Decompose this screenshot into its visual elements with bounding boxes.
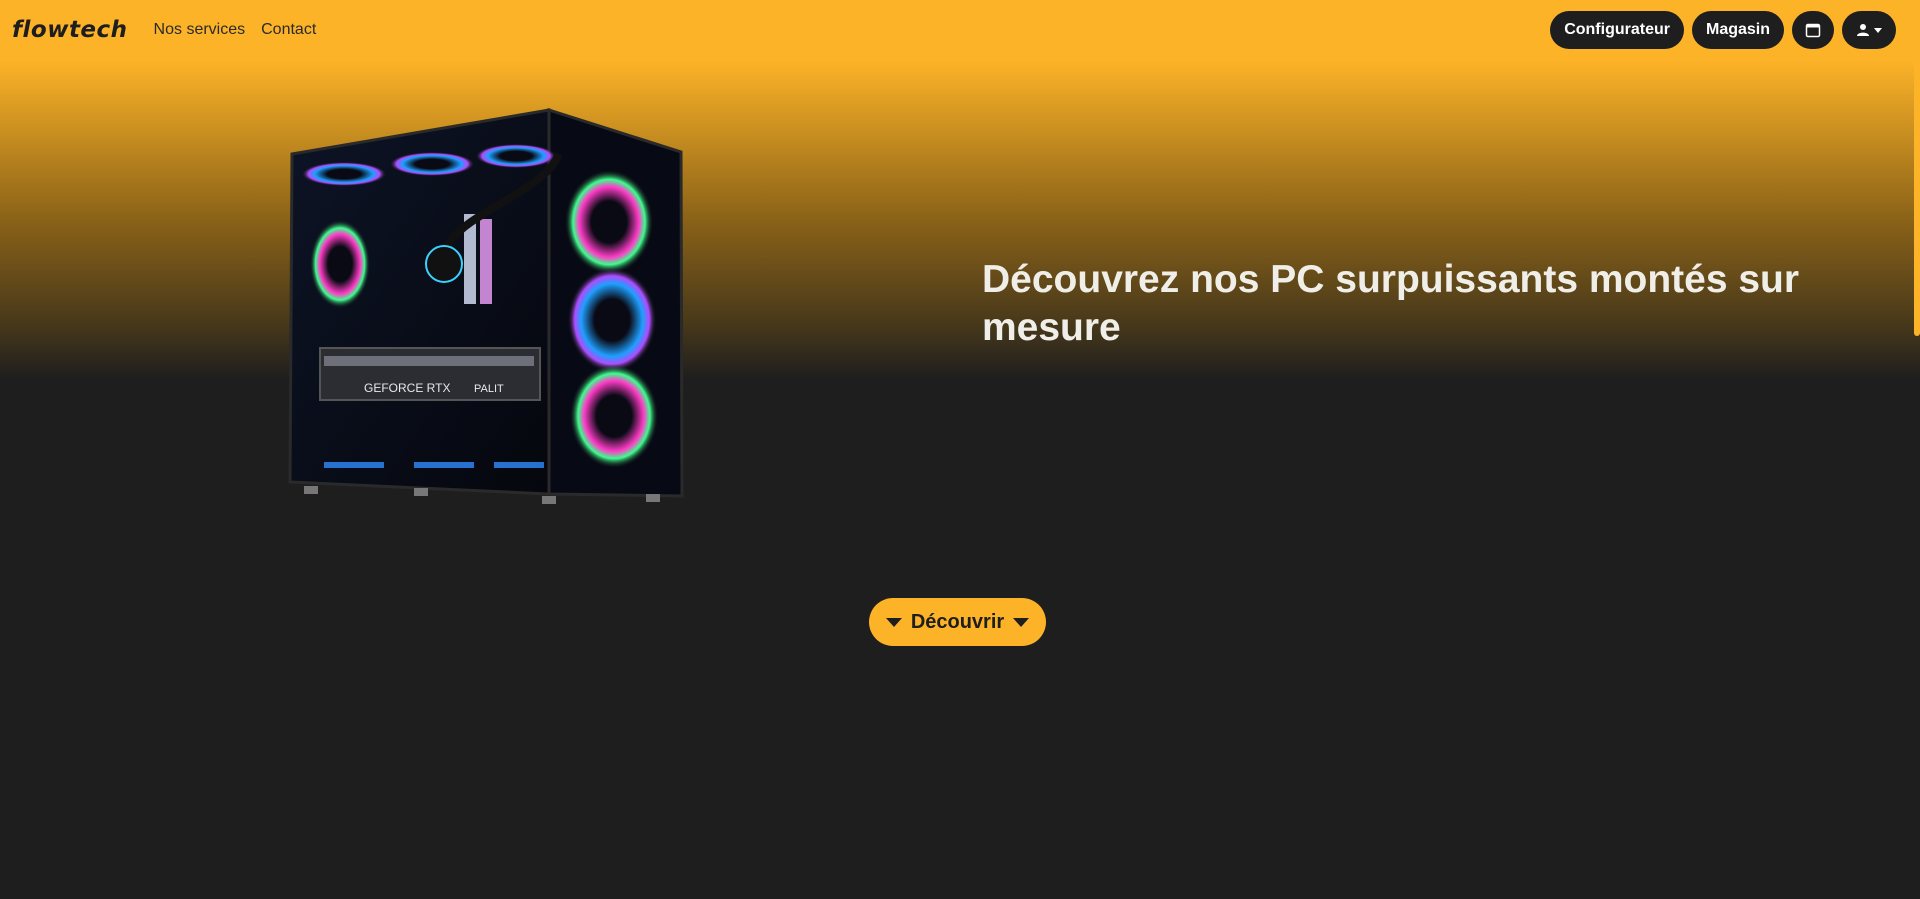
nav-link-contact[interactable]: Contact — [261, 21, 316, 39]
discover-button-label: Découvrir — [910, 610, 1005, 633]
nav-link-services[interactable]: Nos services — [154, 21, 246, 39]
calendar-icon — [1805, 23, 1821, 38]
hero-headline: Découvrez nos PC surpuissants montés sur… — [982, 258, 1800, 349]
discover-button[interactable]: Découvrir — [869, 598, 1046, 646]
configurator-button[interactable]: Configurateur — [1550, 11, 1684, 49]
store-button[interactable]: Magasin — [1691, 11, 1784, 49]
pc-product-image: GEFORCE RTX PALIT — [288, 107, 684, 504]
gpu-brand-label: PALIT — [474, 383, 504, 395]
navbar-actions: Configurateur Magasin — [1550, 11, 1908, 49]
caret-down-icon — [1013, 617, 1030, 627]
top-navbar: flowtech Nos services Contact Configurat… — [0, 0, 1920, 60]
caret-down-icon — [885, 617, 902, 627]
chevron-down-icon — [1874, 27, 1882, 33]
user-menu-button[interactable] — [1842, 11, 1896, 49]
gpu-model-label: GEFORCE RTX — [364, 381, 450, 395]
user-icon — [1857, 24, 1869, 36]
calendar-button[interactable] — [1792, 11, 1834, 49]
scrollbar[interactable] — [1914, 60, 1920, 336]
brand-logo[interactable]: flowtech — [12, 17, 128, 43]
